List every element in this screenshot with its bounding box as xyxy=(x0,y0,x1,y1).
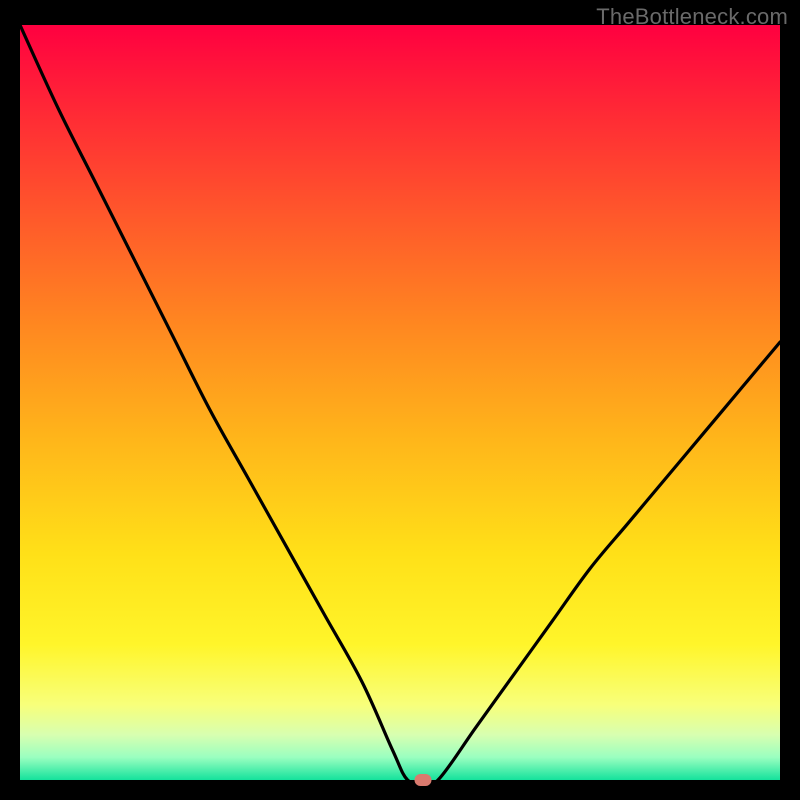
chart-container: TheBottleneck.com xyxy=(0,0,800,800)
bottleneck-curve xyxy=(20,25,780,780)
optimal-point-marker xyxy=(414,774,431,786)
watermark-text: TheBottleneck.com xyxy=(596,4,788,30)
plot-area xyxy=(20,25,780,780)
